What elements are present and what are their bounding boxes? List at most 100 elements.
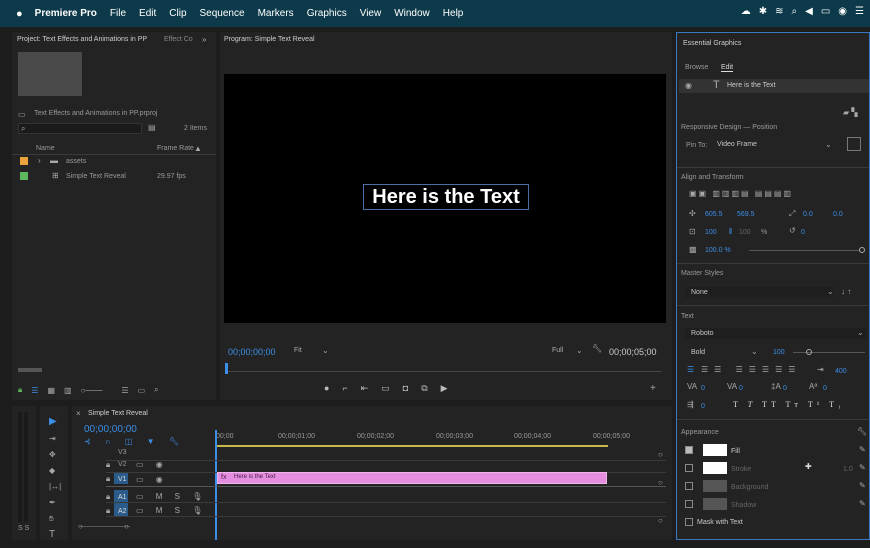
- go-to-in-icon[interactable]: ⇤: [361, 383, 369, 394]
- opacity-slider[interactable]: [749, 250, 859, 251]
- app-menu[interactable]: Premiere Pro: [35, 8, 97, 19]
- scroll-handle-icon[interactable]: ○: [658, 450, 663, 459]
- chevron-down-icon[interactable]: ⌄: [751, 347, 758, 356]
- kerning-value[interactable]: 0: [701, 385, 705, 392]
- selection-tool-icon[interactable]: ▶: [49, 416, 57, 427]
- project-search-input[interactable]: [18, 123, 142, 134]
- apple-icon[interactable]: ●: [16, 8, 23, 20]
- add-button-icon[interactable]: +: [650, 383, 656, 394]
- menu-clip[interactable]: Clip: [169, 8, 186, 19]
- export-frame-icon[interactable]: ◘: [403, 383, 408, 394]
- tab-edit[interactable]: Edit: [721, 64, 734, 72]
- track-a1-label[interactable]: A1: [118, 494, 127, 501]
- tracking-value[interactable]: 400: [835, 368, 847, 375]
- more-panels-icon[interactable]: »: [202, 35, 206, 44]
- font-size-slider[interactable]: [793, 352, 865, 353]
- fill-checkbox[interactable]: [685, 446, 693, 454]
- scrollbar[interactable]: [18, 368, 42, 372]
- user-icon[interactable]: ◉: [838, 6, 847, 17]
- lock-icon[interactable]: 🔒︎: [106, 474, 110, 484]
- timeline-timecode[interactable]: 00;00;00;00: [84, 424, 137, 435]
- chevron-down-icon[interactable]: ⌄: [576, 346, 583, 355]
- sort-icon[interactable]: ☰: [121, 386, 128, 395]
- opacity-value[interactable]: 100.0 %: [705, 247, 731, 254]
- eyedropper-icon[interactable]: ✎: [859, 445, 866, 454]
- project-tab[interactable]: Project: Text Effects and Animations in …: [17, 36, 147, 43]
- ripple-edit-icon[interactable]: ✥: [49, 450, 56, 459]
- baseline-value[interactable]: 0: [783, 385, 787, 392]
- paragraph-align-icons[interactable]: ☰☰ ☰☰☰☰☰: [701, 365, 801, 374]
- anchor-x[interactable]: 0.0: [803, 211, 813, 218]
- program-tab[interactable]: Program: Simple Text Reveal: [224, 36, 315, 43]
- stroke-checkbox[interactable]: [685, 464, 693, 472]
- position-y[interactable]: 569.5: [737, 211, 755, 218]
- play-icon[interactable]: ▶: [441, 383, 448, 394]
- type-tool-icon[interactable]: T: [49, 529, 55, 540]
- menu-view[interactable]: View: [360, 8, 382, 19]
- bluetooth-icon[interactable]: ✱: [759, 6, 767, 17]
- list-view-icon[interactable]: ☰: [31, 386, 38, 395]
- razor-tool-icon[interactable]: ◆: [49, 466, 55, 475]
- playhead-timecode[interactable]: 00;00;00;00: [228, 347, 276, 357]
- track-v1-toggles[interactable]: ▭ ◉: [136, 475, 168, 484]
- hand-tool-icon[interactable]: ✋︎: [49, 514, 54, 524]
- track-a2-toggles[interactable]: ▭ M S 🎙︎: [136, 506, 207, 515]
- layer-row[interactable]: ◉ T Here is the Text: [679, 79, 869, 93]
- search-icon[interactable]: ⌕: [792, 6, 798, 17]
- text-clip[interactable]: fx Here is the Text: [217, 472, 607, 484]
- rotation-value[interactable]: 0: [801, 229, 805, 236]
- leading-value[interactable]: 0: [739, 385, 743, 392]
- track-v2-label[interactable]: V2: [118, 461, 127, 468]
- sort-up-icon[interactable]: ▲: [194, 144, 202, 153]
- eye-icon[interactable]: ◉: [685, 81, 692, 90]
- zoom-scroll[interactable]: [80, 526, 130, 527]
- video-frame[interactable]: Here is the Text: [224, 74, 666, 323]
- wrench-icon[interactable]: 🔧︎: [857, 427, 867, 436]
- time-ruler[interactable]: [226, 365, 662, 372]
- eyedropper-icon[interactable]: ✎: [859, 481, 866, 490]
- shadow-color-swatch[interactable]: [703, 498, 727, 510]
- zoom-slider-icon[interactable]: ○───: [81, 386, 103, 395]
- indent-value[interactable]: 0: [701, 403, 705, 410]
- tsume-value[interactable]: 0: [823, 385, 827, 392]
- label-color[interactable]: [20, 172, 28, 180]
- search-icon[interactable]: ⌕: [154, 385, 158, 395]
- opacity-slider-thumb[interactable]: [859, 247, 865, 253]
- new-layer-icon[interactable]: ▰ ▚: [843, 108, 858, 117]
- font-size-value[interactable]: 100: [773, 349, 785, 356]
- track-select-icon[interactable]: ⇥: [49, 434, 56, 443]
- master-styles-select[interactable]: None: [685, 287, 833, 298]
- background-checkbox[interactable]: [685, 482, 693, 490]
- menu-window[interactable]: Window: [394, 8, 430, 19]
- slip-tool-icon[interactable]: |↔|: [49, 482, 61, 491]
- mask-checkbox[interactable]: [685, 518, 693, 526]
- close-icon[interactable]: ×: [76, 409, 81, 418]
- track-v2-controls[interactable]: 🔒︎: [106, 460, 115, 470]
- scale-value[interactable]: 100: [705, 229, 717, 236]
- timeline-tools[interactable]: ⊰ ∩ ◫ ▼ 🔧︎: [84, 437, 185, 446]
- chevron-down-icon[interactable]: ⌄: [857, 328, 864, 337]
- zoom-select[interactable]: Fit: [288, 345, 308, 356]
- tab-width-icon[interactable]: ⇥: [817, 365, 824, 374]
- add-stroke-icon[interactable]: ✚: [805, 462, 812, 471]
- font-size-thumb[interactable]: [806, 349, 812, 355]
- quality-select[interactable]: Full: [546, 345, 569, 356]
- playhead[interactable]: [225, 363, 228, 374]
- bin-icon[interactable]: ▤: [148, 123, 156, 132]
- lock-icon[interactable]: 🔒︎: [106, 492, 110, 502]
- volume-icon[interactable]: ◀: [805, 6, 813, 17]
- work-area-bar[interactable]: [216, 445, 608, 447]
- video-text[interactable]: Here is the Text: [363, 184, 529, 210]
- timeline-playhead[interactable]: [215, 430, 217, 540]
- scale-height[interactable]: 100: [739, 229, 751, 236]
- shadow-checkbox[interactable]: [685, 500, 693, 508]
- align-icons[interactable]: ▣▣ ▥▥▥▤ ▤▤▤▥: [689, 189, 793, 198]
- scroll-handle-icon[interactable]: ○: [658, 478, 663, 487]
- lock-icon[interactable]: 🔒︎: [18, 385, 22, 395]
- zoom-handle-icon[interactable]: ○: [78, 522, 83, 531]
- background-color-swatch[interactable]: [703, 480, 727, 492]
- wifi-icon[interactable]: ≋: [775, 6, 783, 17]
- timeline-ruler[interactable]: 00;00 00;00;01;00 00;00;02;00 00;00;03;0…: [216, 430, 666, 450]
- battery-icon[interactable]: ▭: [821, 6, 830, 17]
- zoom-handle-icon[interactable]: ○: [124, 522, 129, 531]
